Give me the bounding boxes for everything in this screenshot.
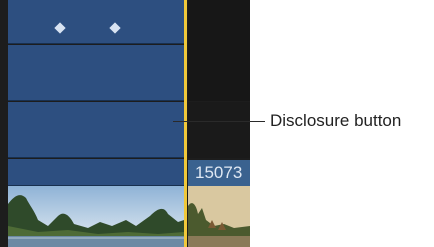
- landscape-thumbnail-image: [8, 186, 184, 247]
- clip-header-lane: [8, 159, 184, 186]
- playhead[interactable]: [184, 0, 187, 247]
- callout-leader-line: [173, 121, 265, 122]
- callout-label: Disclosure button: [270, 111, 402, 130]
- empty-track-area: [188, 102, 250, 158]
- landscape-thumbnail-image: [188, 186, 250, 247]
- clip-thumbnail-landscape[interactable]: [8, 186, 184, 247]
- clip-name-label[interactable]: 15073: [188, 160, 250, 186]
- effect-lane: [8, 102, 184, 232]
- timeline-area: 15073: [0, 0, 250, 247]
- keyframe-lane[interactable]: [8, 0, 184, 44]
- clip-thumbnail-landscape[interactable]: [188, 186, 250, 247]
- audio-lane: [8, 45, 184, 101]
- keyframe-diamond-icon[interactable]: [54, 22, 66, 34]
- keyframe-diamond-icon[interactable]: [109, 22, 121, 34]
- empty-track-area: [188, 0, 250, 101]
